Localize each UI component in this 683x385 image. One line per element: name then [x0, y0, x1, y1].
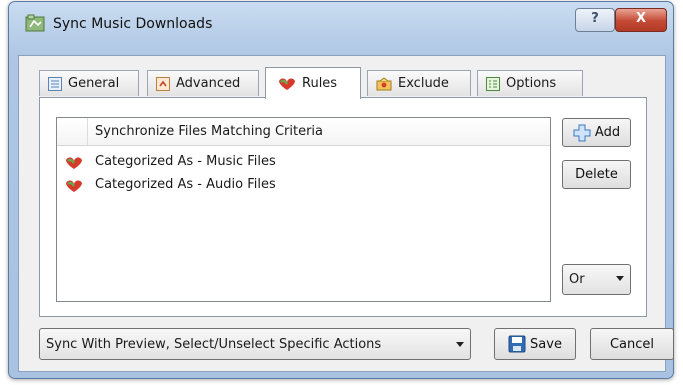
tab-label: Advanced [176, 76, 241, 91]
column-header[interactable]: Synchronize Files Matching Criteria [95, 124, 323, 139]
rules-icon [279, 77, 295, 90]
title-bar[interactable]: Sync Music Downloads ? X [9, 2, 673, 42]
tab-label: General [68, 76, 120, 91]
dialog-window: Sync Music Downloads ? X General Advance… [8, 1, 674, 379]
tab-options[interactable]: Options [477, 70, 583, 96]
rules-tab-panel: Synchronize Files Matching Criteria Cate… [39, 97, 647, 317]
help-button[interactable]: ? [575, 8, 615, 32]
cancel-button[interactable]: Cancel [590, 328, 674, 360]
rule-text: Categorized As - Music Files [95, 154, 276, 169]
rule-text: Categorized As - Audio Files [95, 177, 276, 192]
save-button[interactable]: Save [494, 328, 576, 360]
tab-advanced[interactable]: Advanced [147, 70, 259, 96]
tab-rules[interactable]: Rules [265, 67, 361, 99]
cancel-label: Cancel [609, 336, 655, 352]
chevron-down-icon [616, 276, 624, 281]
options-icon [486, 76, 500, 91]
close-button[interactable]: X [615, 8, 667, 32]
rules-list[interactable]: Synchronize Files Matching Criteria Cate… [56, 117, 551, 302]
sync-app-icon [25, 14, 45, 32]
window-title: Sync Music Downloads [53, 16, 213, 32]
column-separator [87, 118, 88, 145]
list-header: Synchronize Files Matching Criteria [57, 118, 550, 146]
list-item[interactable]: Categorized As - Music Files [57, 152, 550, 174]
floppy-disk-icon [508, 335, 526, 353]
tab-label: Exclude [398, 76, 449, 91]
logic-operator-select[interactable]: Or [562, 264, 631, 295]
exclude-icon [376, 76, 392, 90]
plus-icon [573, 124, 591, 141]
add-button[interactable]: Add [562, 118, 631, 147]
add-label: Add [594, 125, 621, 140]
advanced-icon [156, 76, 170, 91]
rule-icon [66, 157, 82, 169]
save-label: Save [530, 336, 562, 352]
rule-icon [66, 180, 82, 192]
sync-mode-select[interactable]: Sync With Preview, Select/Unselect Speci… [39, 328, 471, 360]
list-item[interactable]: Categorized As - Audio Files [57, 175, 550, 197]
sync-mode-value: Sync With Preview, Select/Unselect Speci… [46, 337, 382, 352]
tab-exclude[interactable]: Exclude [367, 70, 471, 96]
tab-label: Rules [302, 76, 338, 91]
tab-label: Options [506, 76, 557, 91]
delete-button[interactable]: Delete [562, 160, 631, 189]
tab-general[interactable]: General [39, 70, 139, 96]
delete-label: Delete [575, 167, 618, 182]
logic-operator-value: Or [569, 272, 585, 287]
dialog-body: General Advanced Rules Exclude Options S… [18, 55, 674, 372]
chevron-down-icon [456, 342, 464, 347]
general-icon [48, 76, 62, 91]
